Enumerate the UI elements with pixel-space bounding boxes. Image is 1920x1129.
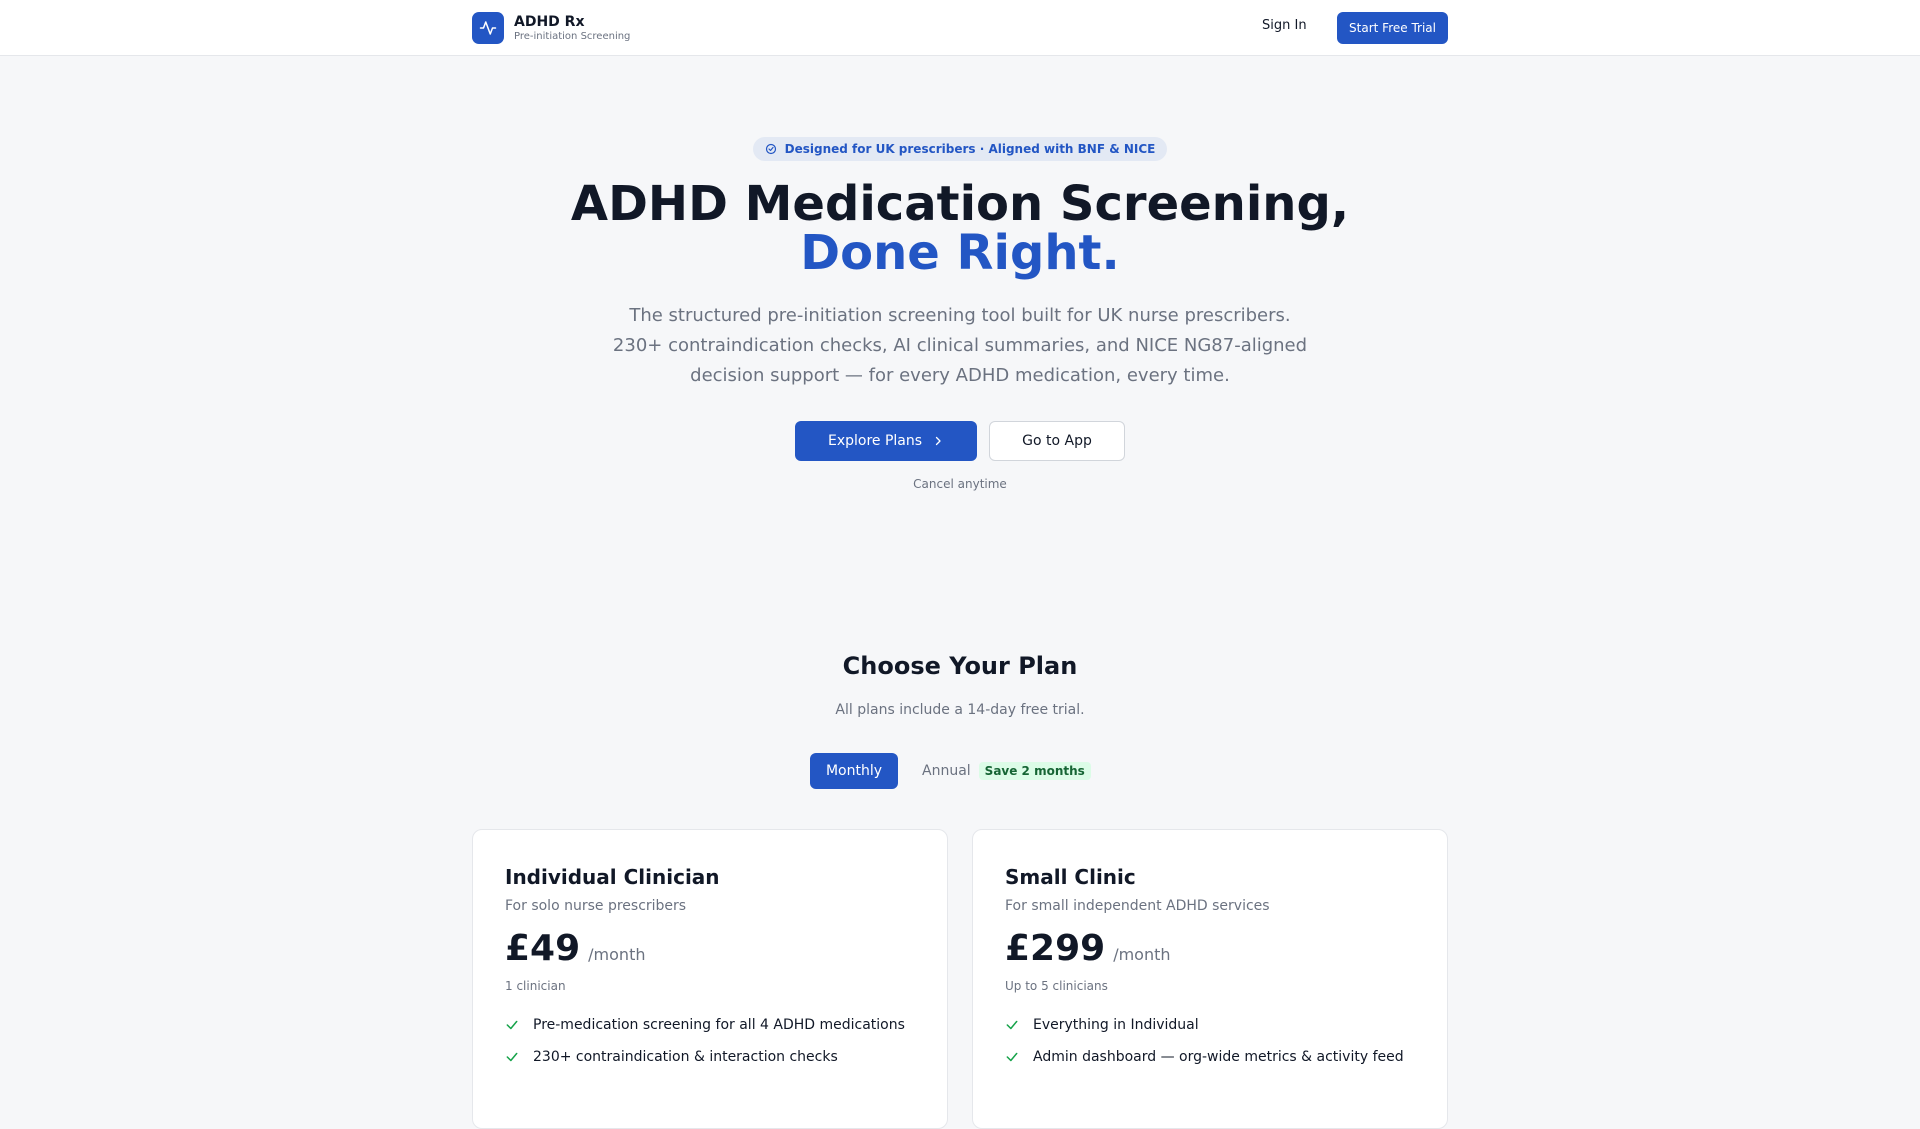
feature-text: Admin dashboard — org-wide metrics & act… — [1033, 1049, 1404, 1065]
plan-price: £49 /month — [505, 928, 645, 969]
prescriber-badge: Designed for UK prescribers · Aligned wi… — [753, 137, 1167, 161]
cancel-anytime-note: Cancel anytime — [913, 477, 1007, 491]
feature-item: Pre-medication screening for all 4 ADHD … — [505, 1009, 905, 1041]
plan-seats: 1 clinician — [505, 979, 566, 993]
plan-description: For solo nurse prescribers — [505, 898, 687, 914]
start-free-trial-button[interactable]: Start Free Trial — [1337, 12, 1448, 44]
feature-text: Pre-medication screening for all 4 ADHD … — [533, 1017, 905, 1033]
badge-text: Designed for UK prescribers · Aligned wi… — [784, 142, 1156, 156]
activity-pulse-icon — [472, 12, 504, 44]
explore-plans-button[interactable]: Explore Plans — [795, 421, 977, 461]
plan-card-individual: Individual Clinician For solo nurse pres… — [472, 829, 948, 1129]
billing-toggle-annual[interactable]: Annual Save 2 months — [922, 753, 1091, 789]
feature-text: Everything in Individual — [1033, 1017, 1199, 1033]
plans-title: Choose Your Plan — [842, 652, 1078, 680]
check-circle-icon — [765, 143, 777, 155]
brand-name: ADHD Rx — [514, 13, 585, 30]
plan-card-small-clinic: Small Clinic For small independent ADHD … — [972, 829, 1448, 1129]
plan-price: £299 /month — [1005, 928, 1171, 969]
price-amount: £49 — [505, 928, 581, 969]
check-icon — [1005, 1050, 1021, 1064]
go-to-app-button[interactable]: Go to App — [989, 421, 1125, 461]
brand-tagline: Pre-initiation Screening — [514, 30, 631, 42]
sign-in-link[interactable]: Sign In — [1262, 18, 1307, 33]
save-badge: Save 2 months — [978, 762, 1091, 780]
plan-description: For small independent ADHD services — [1005, 898, 1270, 914]
feature-item: 230+ contraindication & interaction chec… — [505, 1041, 905, 1073]
brand[interactable]: ADHD Rx Pre-initiation Screening — [472, 12, 630, 44]
feature-item: Admin dashboard — org-wide metrics & act… — [1005, 1041, 1404, 1073]
feature-list: Everything in Individual Admin dashboard… — [1005, 1009, 1404, 1073]
check-icon — [1005, 1018, 1021, 1032]
hero-title-line1: ADHD Medication Screening, — [570, 176, 1350, 232]
price-period: /month — [588, 945, 646, 964]
plan-name: Small Clinic — [1005, 865, 1136, 889]
top-nav: ADHD Rx Pre-initiation Screening Sign In… — [0, 0, 1920, 56]
plan-name: Individual Clinician — [505, 865, 720, 889]
chevron-right-icon — [932, 435, 944, 447]
check-icon — [505, 1050, 521, 1064]
hero-title: ADHD Medication Screening, Done Right. — [0, 180, 1920, 278]
feature-item: Everything in Individual — [1005, 1009, 1404, 1041]
billing-toggle-monthly[interactable]: Monthly — [810, 753, 898, 789]
price-amount: £299 — [1005, 928, 1106, 969]
check-icon — [505, 1018, 521, 1032]
plan-seats: Up to 5 clinicians — [1005, 979, 1108, 993]
plans-subtitle: All plans include a 14-day free trial. — [835, 702, 1085, 718]
annual-label: Annual — [922, 763, 971, 779]
hero-subtitle: The structured pre-initiation screening … — [612, 305, 1308, 386]
hero-title-accent: Done Right. — [800, 225, 1120, 281]
explore-plans-label: Explore Plans — [827, 433, 923, 449]
feature-list: Pre-medication screening for all 4 ADHD … — [505, 1009, 905, 1073]
feature-text: 230+ contraindication & interaction chec… — [533, 1049, 838, 1065]
price-period: /month — [1113, 945, 1171, 964]
